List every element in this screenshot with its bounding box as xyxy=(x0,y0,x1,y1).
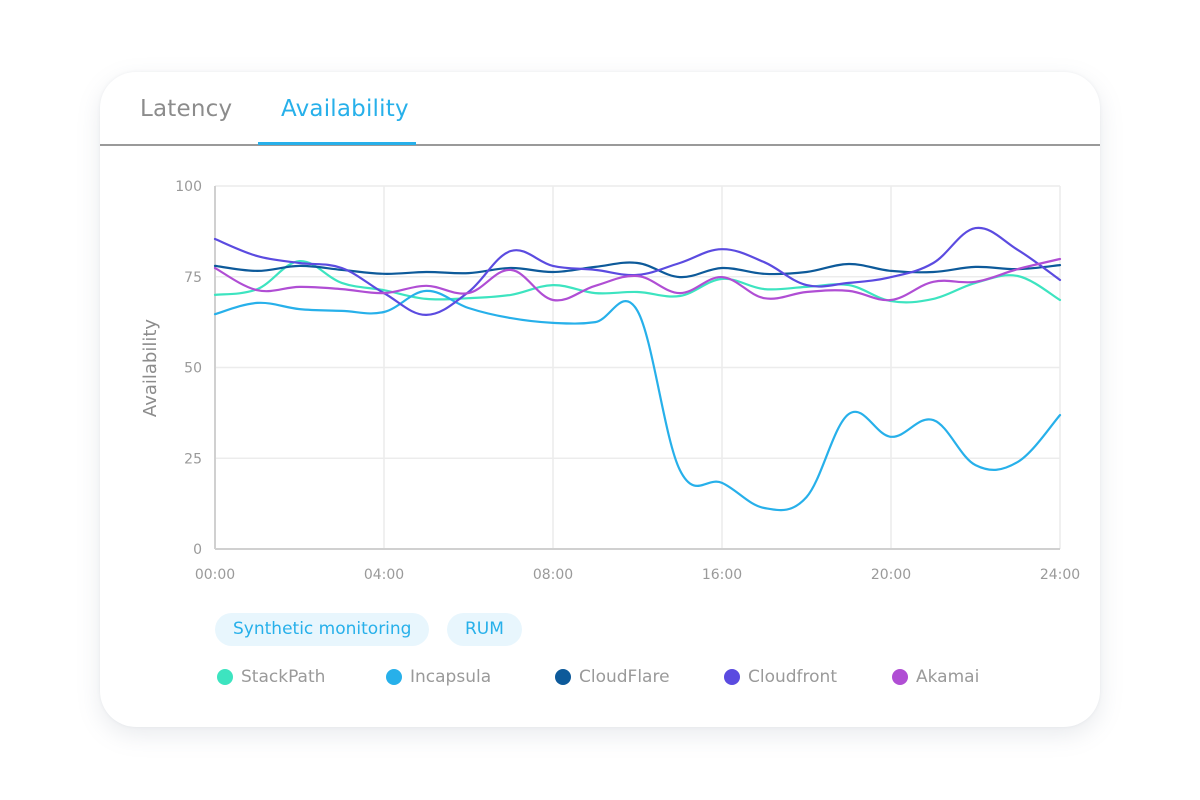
legend-label: Akamai xyxy=(916,667,980,687)
filter-rum[interactable]: RUM xyxy=(447,613,522,646)
grid xyxy=(215,185,1061,549)
legend-item-cloudflare[interactable]: CloudFlare xyxy=(555,665,670,689)
x-tick-label: 24:00 xyxy=(1040,567,1080,583)
filter-synthetic-monitoring[interactable]: Synthetic monitoring xyxy=(215,613,430,646)
x-tick-label: 00:00 xyxy=(195,567,235,583)
y-tick-label: 100 xyxy=(175,179,202,195)
y-tick-label: 0 xyxy=(193,542,202,558)
legend-item-cloudfront[interactable]: Cloudfront xyxy=(724,665,837,689)
y-axis-label: Availability xyxy=(140,319,161,417)
legend-item-stackpath[interactable]: StackPath xyxy=(217,665,325,689)
x-tick-label: 16:00 xyxy=(702,567,742,583)
y-tick-label: 25 xyxy=(184,451,202,467)
x-tick-label: 20:00 xyxy=(871,567,911,583)
legend-label: Cloudfront xyxy=(748,667,838,687)
series-line-akamai xyxy=(213,257,1062,302)
y-tick-label: 50 xyxy=(184,361,202,377)
legend-dot-icon xyxy=(217,669,233,685)
series-lines xyxy=(213,226,1062,512)
legend-item-akamai[interactable]: Akamai xyxy=(892,665,979,689)
x-tick-label: 08:00 xyxy=(533,567,573,583)
legend-dot-icon xyxy=(386,669,402,685)
legend-label: Incapsula xyxy=(410,667,492,687)
legend-item-incapsula[interactable]: Incapsula xyxy=(386,665,491,689)
y-tick-label: 75 xyxy=(184,270,202,286)
legend-dot-icon xyxy=(555,669,571,685)
series-line-incapsula xyxy=(213,289,1062,512)
legend-dot-icon xyxy=(892,669,908,685)
legend-label: StackPath xyxy=(241,667,326,687)
axes: 0 25 50 75 100 00:00 04:00 08:00 16:00 20:00 24:00 xyxy=(175,179,1080,583)
legend-label: CloudFlare xyxy=(579,667,670,687)
x-tick-label: 04:00 xyxy=(364,567,404,583)
legend-dot-icon xyxy=(724,669,740,685)
